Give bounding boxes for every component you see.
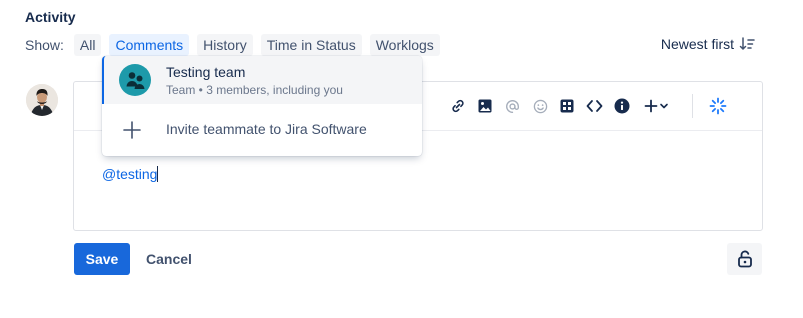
- comment-text[interactable]: @testing: [102, 166, 159, 182]
- filter-history[interactable]: History: [197, 34, 253, 56]
- toolbar-divider: [692, 94, 693, 118]
- emoji-icon[interactable]: [529, 95, 551, 117]
- activity-title: Activity: [25, 9, 76, 25]
- save-button[interactable]: Save: [74, 243, 130, 275]
- info-icon[interactable]: [611, 95, 633, 117]
- mention-icon[interactable]: [501, 95, 523, 117]
- unlock-icon: [737, 250, 752, 268]
- sort-order-button[interactable]: Newest first: [661, 36, 755, 52]
- activity-filter-row: Show: All Comments History Time in Statu…: [25, 34, 448, 56]
- mention-option-team[interactable]: Testing team Team • 3 members, including…: [102, 56, 422, 104]
- show-label: Show:: [25, 37, 64, 53]
- mention-option-title: Testing team: [166, 64, 246, 80]
- filter-time-in-status[interactable]: Time in Status: [260, 34, 362, 56]
- invite-teammate-label: Invite teammate to Jira Software: [166, 121, 367, 137]
- text-caret: [157, 166, 159, 182]
- link-icon[interactable]: [447, 95, 469, 117]
- sort-label: Newest first: [660, 36, 734, 52]
- table-icon[interactable]: [556, 95, 578, 117]
- restrict-visibility-button[interactable]: [727, 243, 762, 275]
- mention-suggestions-dropdown: Testing team Team • 3 members, including…: [102, 56, 422, 156]
- filter-all[interactable]: All: [73, 34, 102, 56]
- add-icon: [123, 121, 141, 139]
- filter-comments[interactable]: Comments: [109, 34, 190, 56]
- filter-worklogs[interactable]: Worklogs: [369, 34, 440, 56]
- mention-query: @testing: [102, 166, 158, 182]
- team-icon: [119, 64, 151, 96]
- user-avatar: [26, 84, 58, 116]
- chevron-down-icon[interactable]: [657, 95, 671, 117]
- invite-teammate-option[interactable]: Invite teammate to Jira Software: [102, 108, 422, 148]
- cancel-button[interactable]: Cancel: [138, 243, 200, 275]
- image-icon[interactable]: [474, 95, 496, 117]
- code-icon[interactable]: [583, 95, 605, 117]
- loading-spinner-icon: [707, 95, 729, 117]
- mention-option-subtitle: Team • 3 members, including you: [166, 83, 343, 97]
- sort-descending-icon: [739, 37, 755, 50]
